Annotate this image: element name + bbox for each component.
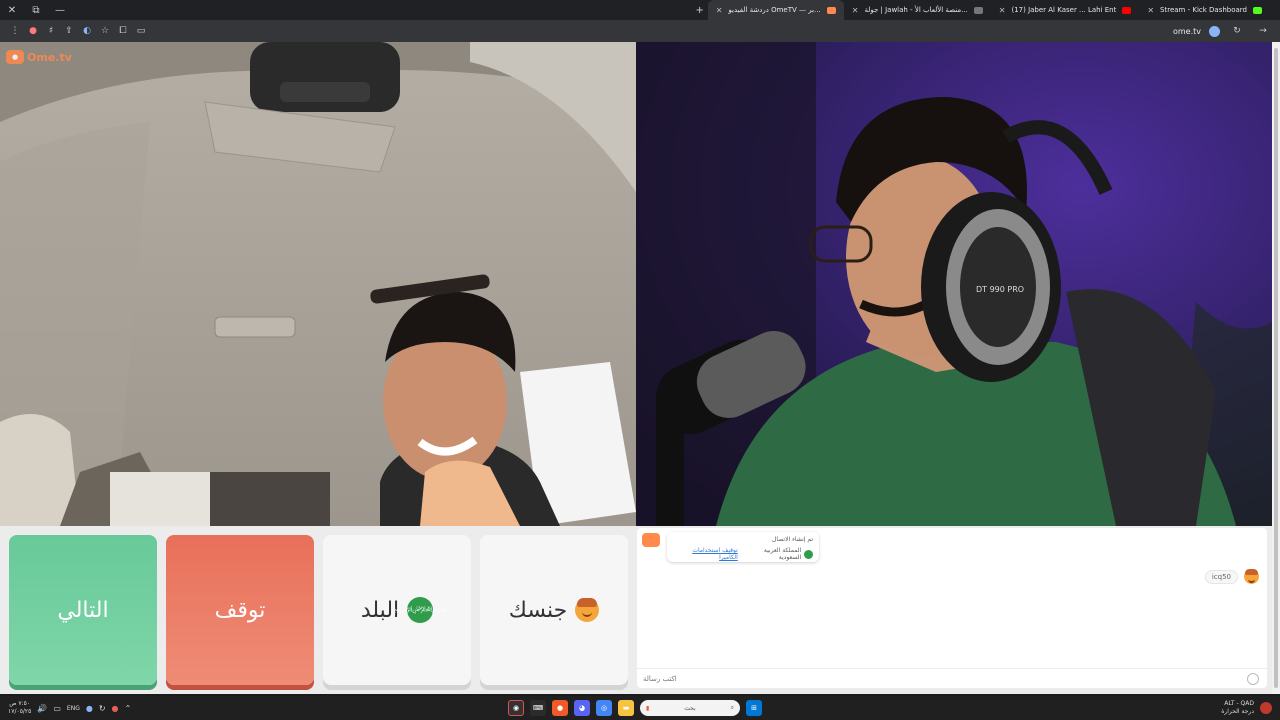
close-window-icon[interactable]: ✕ [0,5,24,16]
system-tray: ٧:٥٠ ص ١٧/٠٥/٢٥ 🔊 ▭ ENG ● ↻ ● ⌃ [8,696,131,720]
browser-title-bar: ✕ ⧉ — + ✕ دردشة الفيديو OmeTV — بر... ✕ … [0,0,1280,20]
taskbar-apps: ◉ ⌨ ● ◕ ◎ ▬ ▮ بحث ⌕ ⊞ [508,698,762,718]
cast-icon[interactable]: ▭ [132,26,150,36]
discord-app-icon[interactable]: ◕ [574,700,590,716]
gender-label: جنسك [508,597,568,623]
close-tab-icon[interactable]: ✕ [852,6,859,15]
language-indicator[interactable]: ENG [67,705,80,712]
chat-input-bar [637,668,1267,688]
stranger-country-text: المملكة العربية السعودية [763,547,802,561]
share-icon[interactable]: ⇪ [60,26,78,36]
saudi-arabia-flag-icon: ﷽ [393,597,447,623]
next-button[interactable]: التالي [9,535,157,685]
search-widget-icon: ▮ [646,704,650,712]
tab-kick-dashboard[interactable]: ✕ Stream - Kick Dashboard [1139,0,1270,20]
firefox-app-icon[interactable]: ● [552,700,568,716]
menu-dots-icon[interactable]: ⋮ [6,26,24,36]
ometv-favicon-icon [826,6,836,14]
minimize-window-icon[interactable]: — [48,5,72,16]
windows-start-icon[interactable]: ⊞ [746,700,762,716]
chrome-app-icon[interactable]: ◎ [596,700,612,716]
camera-restriction-link[interactable]: توقيف استخدامات الكاميرا [673,547,737,561]
extension-icon[interactable]: ♯ [42,26,60,36]
headphone-print: DT 990 PRO [976,285,1024,294]
self-video: DT 990 PRO [636,42,1272,526]
stranger-video: ● Ome.tv [0,42,636,526]
ometv-logo-icon: ● [6,50,24,64]
male-face-icon [1244,569,1259,584]
extensions-puzzle-icon[interactable]: ⧠ [114,26,132,36]
sync-icon[interactable]: ↻ [99,704,106,713]
address-bar[interactable]: ome.tv [1173,27,1201,36]
page-scrollbar[interactable] [1272,42,1280,694]
gender-filter-button[interactable]: جنسك [480,535,628,685]
emoji-icon[interactable] [1247,673,1259,685]
stop-label: توقف [214,597,266,623]
tray-app-icon[interactable]: ● [112,704,119,713]
male-face-icon [575,598,600,622]
recording-app-icon[interactable]: ◉ [508,700,524,716]
next-label: التالي [57,597,109,623]
new-tab-button[interactable]: + [692,5,708,16]
tab-jawlah[interactable]: ✕ جولة | Jawlah - منصة الألعاب الأ... [844,0,991,20]
windows-taskbar: ٧:٥٠ ص ١٧/٠٥/٢٥ 🔊 ▭ ENG ● ↻ ● ⌃ ◉ ⌨ ● ◕ … [0,696,1280,720]
tab-label: جولة | Jawlah - منصة الألعاب الأ... [864,6,968,14]
tab-label: Stream - Kick Dashboard [1160,6,1247,14]
tab-strip: + ✕ دردشة الفيديو OmeTV — بر... ✕ جولة |… [692,0,1270,20]
chat-message-self: icq50 [1204,569,1259,584]
connection-established-text: تم إنشاء الاتصال [772,536,813,543]
chevron-up-icon[interactable]: ⌃ [125,704,132,713]
saudi-arabia-flag-icon [804,549,813,559]
weather-icon [1260,702,1272,714]
network-icon[interactable]: ▭ [53,704,61,713]
tab-label: (17) Jaber Al Kaser ... Lahi Ent [1011,6,1117,14]
chat-panel: تم إنشاء الاتصال المملكة العربية السعودي… [637,528,1267,688]
close-tab-icon[interactable]: ✕ [1147,6,1154,15]
site-info-icon[interactable] [1209,25,1220,37]
close-tab-icon[interactable]: ✕ [716,6,723,15]
scrollbar-thumb[interactable] [1274,48,1278,688]
weather-label: ALT - QAD [1224,700,1254,707]
system-message: تم إنشاء الاتصال المملكة العربية السعودي… [667,532,819,562]
bookmark-star-icon[interactable]: ☆ [96,26,114,36]
ometv-chat-avatar-icon [642,533,660,547]
clock-time[interactable]: ٧:٥٠ ص [9,700,30,707]
stranger-webcam-image [0,42,636,526]
stop-button[interactable]: توقف [166,535,314,685]
forward-icon[interactable]: → [1254,26,1272,36]
streamer-webcam-image: DT 990 PRO [636,42,1272,526]
tab-ometv[interactable]: ✕ دردشة الفيديو OmeTV — بر... [707,0,844,20]
tab-youtube[interactable]: ✕ (17) Jaber Al Kaser ... Lahi Ent [991,0,1140,20]
translate-icon[interactable]: ◐ [78,26,96,36]
search-placeholder: بحث [684,704,696,712]
taskbar-search[interactable]: ▮ بحث ⌕ [640,700,740,716]
clock-date[interactable]: ١٧/٠٥/٢٥ [8,708,31,715]
volume-icon[interactable]: 🔊 [37,704,47,713]
microphone-icon[interactable]: ● [86,704,93,713]
extension-icon[interactable]: ● [24,26,42,36]
browser-toolbar: ⋮ ● ♯ ⇪ ◐ ☆ ⧠ ▭ ome.tv ↻ → [0,20,1280,42]
chat-message-input[interactable] [643,674,1233,683]
tab-label: دردشة الفيديو OmeTV — بر... [728,6,821,14]
reload-icon[interactable]: ↻ [1228,26,1246,36]
youtube-favicon-icon [1122,6,1132,14]
weather-sublabel: درجة الحرارة [1221,708,1254,715]
country-filter-button[interactable]: البلد ﷽ [323,535,471,685]
search-icon: ⌕ [730,704,734,711]
terminal-app-icon[interactable]: ⌨ [530,700,546,716]
ometv-logo-text: Ome.tv [27,50,72,64]
chat-message-text: icq50 [1204,569,1238,584]
restore-window-icon[interactable]: ⧉ [24,5,48,16]
close-tab-icon[interactable]: ✕ [999,6,1006,15]
ometv-logo: ● Ome.tv [6,50,72,64]
kick-favicon-icon [1253,6,1262,14]
file-explorer-icon[interactable]: ▬ [618,700,634,716]
weather-widget[interactable]: ALT - QAD درجة الحرارة [1221,696,1272,720]
jawlah-favicon-icon [973,6,983,14]
